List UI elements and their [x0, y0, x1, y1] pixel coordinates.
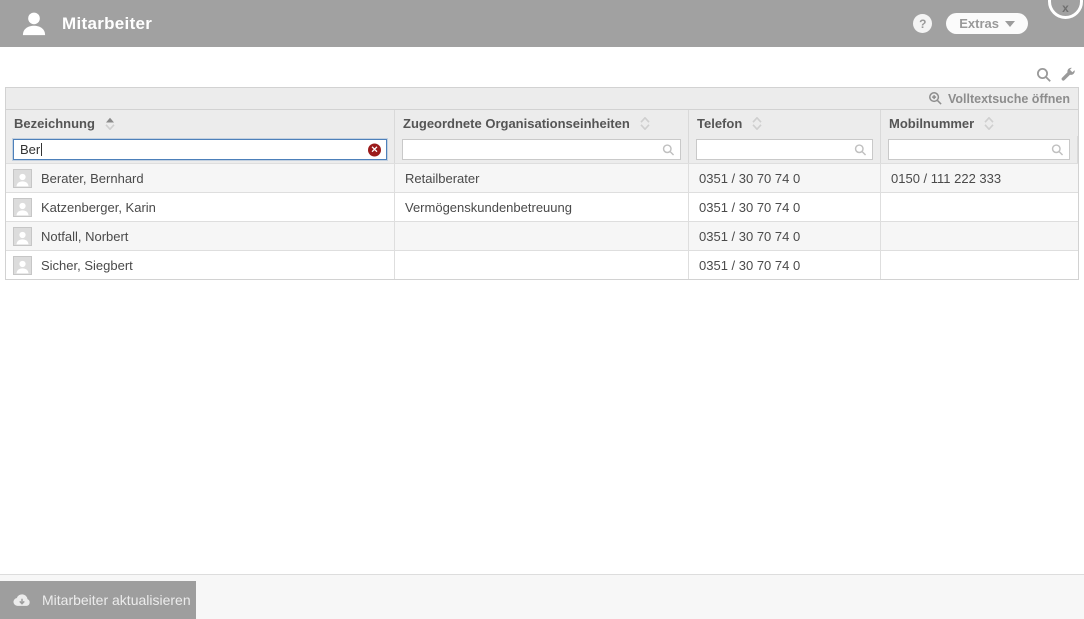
chevron-down-icon — [1005, 21, 1015, 27]
wrench-icon[interactable] — [1060, 67, 1076, 83]
update-button-label: Mitarbeiter aktualisieren — [42, 592, 191, 608]
avatar — [13, 227, 32, 246]
employee-name: Sicher, Siegbert — [41, 258, 133, 273]
extras-button[interactable]: Extras — [946, 13, 1028, 34]
table-row-cell-mobile[interactable]: 0150 / 111 222 333 — [881, 163, 1078, 192]
column-header-mobilnummer[interactable]: Mobilnummer — [881, 110, 1078, 136]
close-icon: x — [1062, 2, 1069, 14]
sort-control[interactable] — [640, 117, 650, 130]
sort-asc-icon — [752, 117, 762, 123]
avatar — [13, 169, 32, 188]
search-icon — [854, 143, 867, 156]
search-icon — [662, 143, 675, 156]
help-button[interactable]: ? — [913, 14, 932, 33]
table-row-cell-mobile[interactable] — [881, 192, 1078, 221]
table-row-cell-org[interactable]: Vermögenskundenbetreuung — [395, 192, 689, 221]
text-cursor — [41, 143, 42, 156]
employee-name: Berater, Bernhard — [41, 171, 144, 186]
toolbar — [0, 47, 1084, 87]
column-label: Mobilnummer — [889, 116, 974, 131]
column-header-organisationseinheiten[interactable]: Zugeordnete Organisationseinheiten — [395, 110, 689, 136]
fulltext-search-label: Volltextsuche öffnen — [948, 92, 1070, 106]
table-row-cell-name[interactable]: Berater, Bernhard — [6, 163, 395, 192]
column-label: Telefon — [697, 116, 742, 131]
search-icon — [1051, 143, 1064, 156]
table-row-cell-phone[interactable]: 0351 / 30 70 74 0 — [689, 250, 881, 279]
table-grid: Bezeichnung Zugeordnete Organisationsein… — [6, 110, 1078, 279]
filter-input-bezeichnung[interactable]: Ber ✕ — [13, 139, 387, 160]
search-icon[interactable] — [1036, 67, 1052, 83]
sort-asc-icon — [105, 117, 115, 123]
table-row-cell-name[interactable]: Katzenberger, Karin — [6, 192, 395, 221]
extras-label: Extras — [959, 16, 999, 31]
table-row-cell-org[interactable] — [395, 221, 689, 250]
employee-name: Katzenberger, Karin — [41, 200, 156, 215]
column-label: Zugeordnete Organisationseinheiten — [403, 116, 630, 131]
window-titlebar: Mitarbeiter ? Extras x — [0, 0, 1084, 47]
employee-icon — [20, 10, 48, 38]
filter-cell-mobilnummer — [881, 136, 1078, 163]
column-header-bezeichnung[interactable]: Bezeichnung — [6, 110, 395, 136]
sort-asc-icon — [984, 117, 994, 123]
phone-number: 0351 / 30 70 74 0 — [699, 171, 800, 186]
clear-filter-icon[interactable]: ✕ — [368, 143, 381, 156]
mobile-number: 0150 / 111 222 333 — [891, 171, 1001, 186]
filter-input-mobilnummer[interactable] — [888, 139, 1070, 160]
avatar — [13, 198, 32, 217]
phone-number: 0351 / 30 70 74 0 — [699, 200, 800, 215]
update-employees-button[interactable]: Mitarbeiter aktualisieren — [0, 581, 196, 619]
sort-control[interactable] — [752, 117, 762, 130]
sort-control[interactable] — [105, 117, 115, 130]
filter-cell-bezeichnung: Ber ✕ — [6, 136, 395, 163]
sort-desc-icon — [640, 124, 650, 130]
column-label: Bezeichnung — [14, 116, 95, 131]
search-plus-icon — [928, 91, 943, 106]
table-row-cell-name[interactable]: Notfall, Norbert — [6, 221, 395, 250]
cloud-download-icon — [12, 590, 32, 610]
table-row-cell-org[interactable] — [395, 250, 689, 279]
table-row-cell-mobile[interactable] — [881, 221, 1078, 250]
sort-asc-icon — [640, 117, 650, 123]
table-row-cell-name[interactable]: Sicher, Siegbert — [6, 250, 395, 279]
table-row-cell-mobile[interactable] — [881, 250, 1078, 279]
filter-cell-organisationseinheiten — [395, 136, 689, 163]
phone-number: 0351 / 30 70 74 0 — [699, 229, 800, 244]
fulltext-search-button[interactable]: Volltextsuche öffnen — [6, 88, 1078, 110]
table-row-cell-phone[interactable]: 0351 / 30 70 74 0 — [689, 192, 881, 221]
footer-bar: Mitarbeiter aktualisieren — [0, 574, 1084, 619]
close-button[interactable]: x — [1048, 0, 1083, 19]
org-unit: Vermögenskundenbetreuung — [405, 200, 572, 215]
table-row-cell-org[interactable]: Retailberater — [395, 163, 689, 192]
sort-desc-icon — [752, 124, 762, 130]
avatar — [13, 256, 32, 275]
sort-control[interactable] — [984, 117, 994, 130]
filter-value: Ber — [20, 142, 40, 157]
phone-number: 0351 / 30 70 74 0 — [699, 258, 800, 273]
employee-name: Notfall, Norbert — [41, 229, 128, 244]
employee-table: Volltextsuche öffnen Bezeichnung Zugeord… — [5, 87, 1079, 280]
sort-desc-icon — [105, 124, 115, 130]
filter-cell-telefon — [689, 136, 881, 163]
filter-input-organisationseinheiten[interactable] — [402, 139, 681, 160]
table-row-cell-phone[interactable]: 0351 / 30 70 74 0 — [689, 163, 881, 192]
column-header-telefon[interactable]: Telefon — [689, 110, 881, 136]
sort-desc-icon — [984, 124, 994, 130]
org-unit: Retailberater — [405, 171, 479, 186]
table-row-cell-phone[interactable]: 0351 / 30 70 74 0 — [689, 221, 881, 250]
page-title: Mitarbeiter — [62, 14, 152, 34]
filter-input-telefon[interactable] — [696, 139, 873, 160]
